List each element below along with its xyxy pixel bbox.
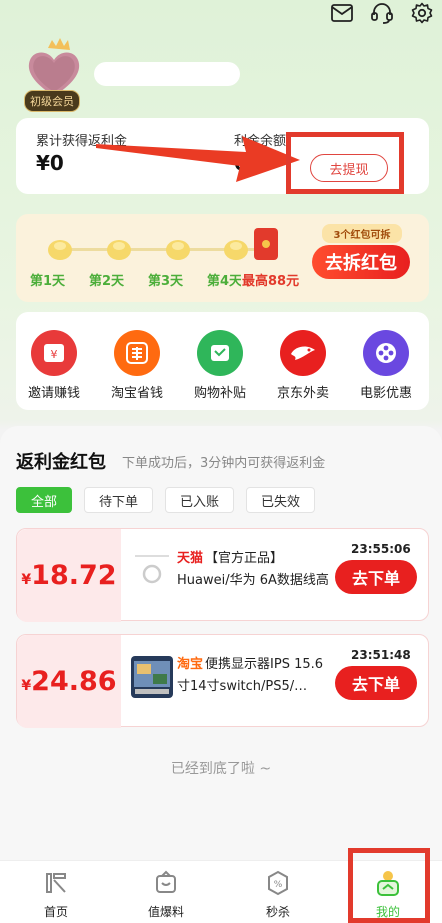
- nav-label: 值爆料: [147, 905, 184, 919]
- max-reward-label: 最高88元: [242, 274, 300, 289]
- coin-icon: [107, 240, 131, 260]
- place-order-button[interactable]: 去下单: [335, 560, 417, 594]
- rebate-amount: ¥ 18.72: [17, 529, 121, 622]
- section-subtitle: 下单成功后，3分钟内可获得返利金: [122, 456, 326, 471]
- svg-text:¥: ¥: [51, 348, 58, 361]
- amount-value: 18.72: [31, 560, 117, 591]
- section-title: 返利金红包: [16, 452, 106, 473]
- red-envelope-icon: [254, 228, 278, 260]
- tab-credited[interactable]: 已入账: [165, 487, 235, 513]
- nav-label: 秒杀: [265, 905, 290, 919]
- currency-symbol: ¥: [21, 571, 32, 588]
- film-icon: [363, 330, 409, 376]
- end-of-list-note: 已经到底了啦 ~: [170, 761, 272, 777]
- day-3-label: 第3天: [148, 274, 184, 289]
- countdown-timer: 23:55:06: [351, 542, 411, 556]
- split-count-tag: 3个红包可拆: [322, 224, 402, 243]
- day-2-label: 第2天: [89, 274, 125, 289]
- day-1-label: 第1天: [30, 274, 66, 289]
- shortcut-taobao[interactable]: 淘宝省钱: [97, 330, 177, 401]
- amount-value: 24.86: [31, 666, 117, 697]
- order-card[interactable]: ¥ 24.86 淘宝 便携显示器IPS 15.6寸14寸switch/PS5/… …: [16, 634, 429, 728]
- product-title: 天猫【官方正品】Huawei/华为 6A数据线高品…: [177, 548, 333, 592]
- place-order-button[interactable]: 去下单: [335, 666, 417, 700]
- nav-home[interactable]: 首页: [6, 869, 106, 920]
- shortcut-label: 淘宝省钱: [110, 386, 163, 401]
- shop-tmall: 天猫: [177, 551, 204, 566]
- home-icon: [42, 869, 70, 897]
- filter-tabs: 全部 待下单 已入账 已失效: [16, 487, 316, 513]
- shortcut-subsidy[interactable]: 购物补贴: [180, 330, 260, 401]
- settings-icon[interactable]: [410, 1, 434, 25]
- tab-expired[interactable]: 已失效: [246, 487, 316, 513]
- user-profile[interactable]: 初级会员: [22, 38, 86, 112]
- shop-taobao: 淘宝: [177, 657, 204, 672]
- coin-icon: [166, 240, 190, 260]
- product-thumbnail: [131, 656, 173, 698]
- day-4-label: 第4天: [207, 274, 241, 289]
- highlight-frame-withdraw: [286, 132, 404, 194]
- header-icons: [330, 0, 434, 26]
- headset-icon[interactable]: [370, 1, 394, 25]
- product-thumbnail: [131, 550, 173, 592]
- jd-takeout-icon: [280, 330, 326, 376]
- shortcut-label: 京东外卖: [276, 386, 329, 401]
- shortcut-label: 电影优惠: [359, 386, 412, 401]
- rebate-envelope-section: 返利金红包 下单成功后，3分钟内可获得返利金 全部 待下单 已入账 已失效 ¥ …: [0, 426, 442, 860]
- mail-icon[interactable]: [330, 1, 354, 25]
- member-level-badge: 初级会员: [24, 90, 80, 112]
- coin-icon: [48, 240, 72, 260]
- coin-icon: [224, 240, 248, 260]
- taobao-icon: [114, 330, 160, 376]
- order-card[interactable]: ¥ 18.72 天猫【官方正品】Huawei/华为 6A数据线高品… 23:55…: [16, 528, 429, 622]
- open-red-envelope-button[interactable]: 去拆红包: [312, 245, 410, 279]
- shortcut-jd-takeout[interactable]: 京东外卖: [263, 330, 343, 401]
- shortcut-invite[interactable]: ¥ 邀请赚钱: [14, 330, 94, 401]
- checkin-card[interactable]: 第1天 第2天 第3天 第4天 最高88元 3个红包可拆 去拆红包: [16, 214, 429, 302]
- highlight-frame-profile-tab: [348, 848, 430, 923]
- shortcut-grid: ¥ 邀请赚钱 淘宝省钱 购物补贴 京东外卖 电影优惠: [16, 312, 429, 410]
- nav-flash-sale[interactable]: % 秒杀: [228, 869, 328, 920]
- svg-text:%: %: [274, 880, 283, 890]
- shortcut-movie[interactable]: 电影优惠: [346, 330, 426, 401]
- invite-icon: ¥: [31, 330, 77, 376]
- currency-symbol: ¥: [21, 677, 32, 694]
- nav-deals[interactable]: 值爆料: [116, 869, 216, 920]
- deals-icon: [152, 869, 180, 897]
- annotation-arrow: [96, 136, 300, 182]
- countdown-timer: 23:51:48: [351, 648, 411, 662]
- ticket-icon: [197, 330, 243, 376]
- tab-pending[interactable]: 待下单: [84, 487, 154, 513]
- rebate-amount: ¥ 24.86: [17, 635, 121, 728]
- flash-sale-icon: %: [264, 869, 292, 897]
- username-placeholder: [94, 62, 240, 86]
- product-title: 淘宝 便携显示器IPS 15.6寸14寸switch/PS5/…: [177, 654, 333, 698]
- tab-all[interactable]: 全部: [16, 487, 73, 513]
- shortcut-label: 购物补贴: [193, 386, 246, 401]
- shortcut-label: 邀请赚钱: [27, 386, 80, 401]
- nav-label: 首页: [43, 905, 68, 919]
